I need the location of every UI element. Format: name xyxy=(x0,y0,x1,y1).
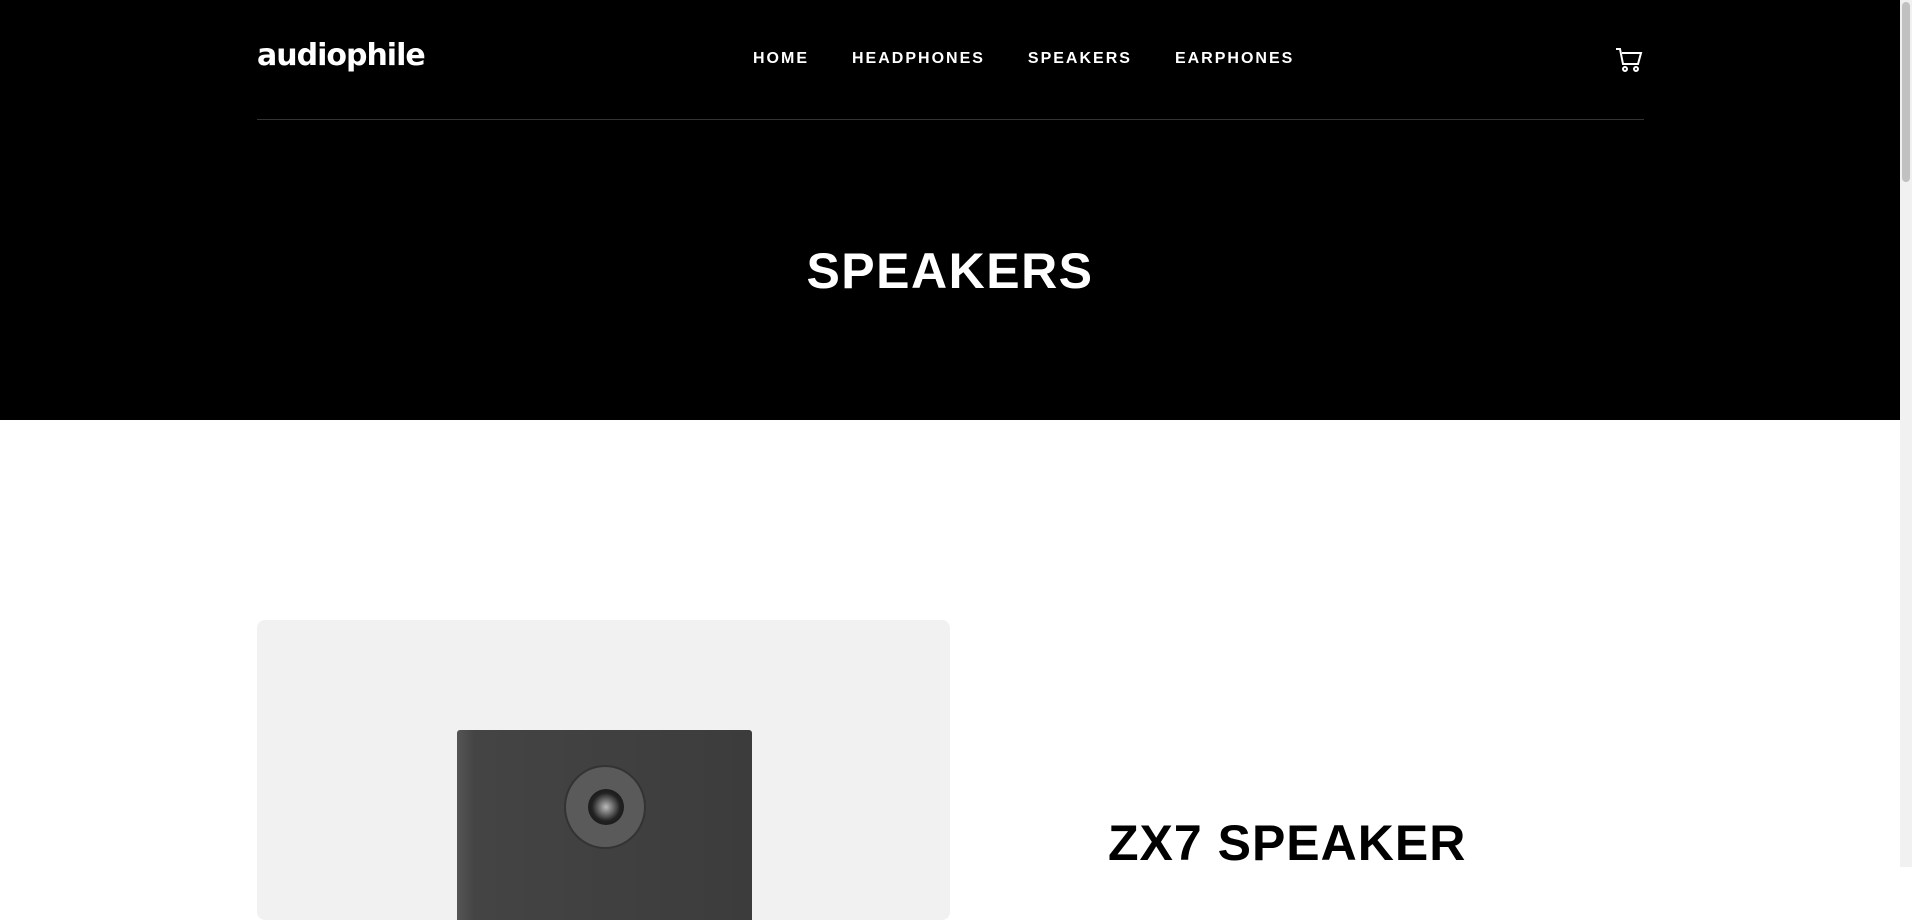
scrollbar[interactable] xyxy=(1900,0,1912,867)
tweeter xyxy=(564,765,646,849)
nav-earphones[interactable]: EARPHONES xyxy=(1175,50,1294,68)
nav-speakers[interactable]: SPEAKERS xyxy=(1028,50,1132,68)
scrollbar-thumb[interactable] xyxy=(1902,2,1910,182)
product-image-card xyxy=(257,620,950,920)
page-title: SPEAKERS xyxy=(806,243,1094,299)
logo[interactable]: audiophile xyxy=(257,38,426,73)
cart-icon[interactable] xyxy=(1615,47,1643,73)
header-hero: audiophile HOME HEADPHONES SPEAKERS EARP… xyxy=(0,0,1900,420)
product-name: ZX7 SPEAKER xyxy=(1108,815,1467,871)
main-nav: HOME HEADPHONES SPEAKERS EARPHONES xyxy=(753,50,1294,68)
nav-headphones[interactable]: HEADPHONES xyxy=(852,50,985,68)
nav-home[interactable]: HOME xyxy=(753,50,809,68)
header-divider xyxy=(257,119,1644,120)
speaker-image xyxy=(457,730,752,920)
